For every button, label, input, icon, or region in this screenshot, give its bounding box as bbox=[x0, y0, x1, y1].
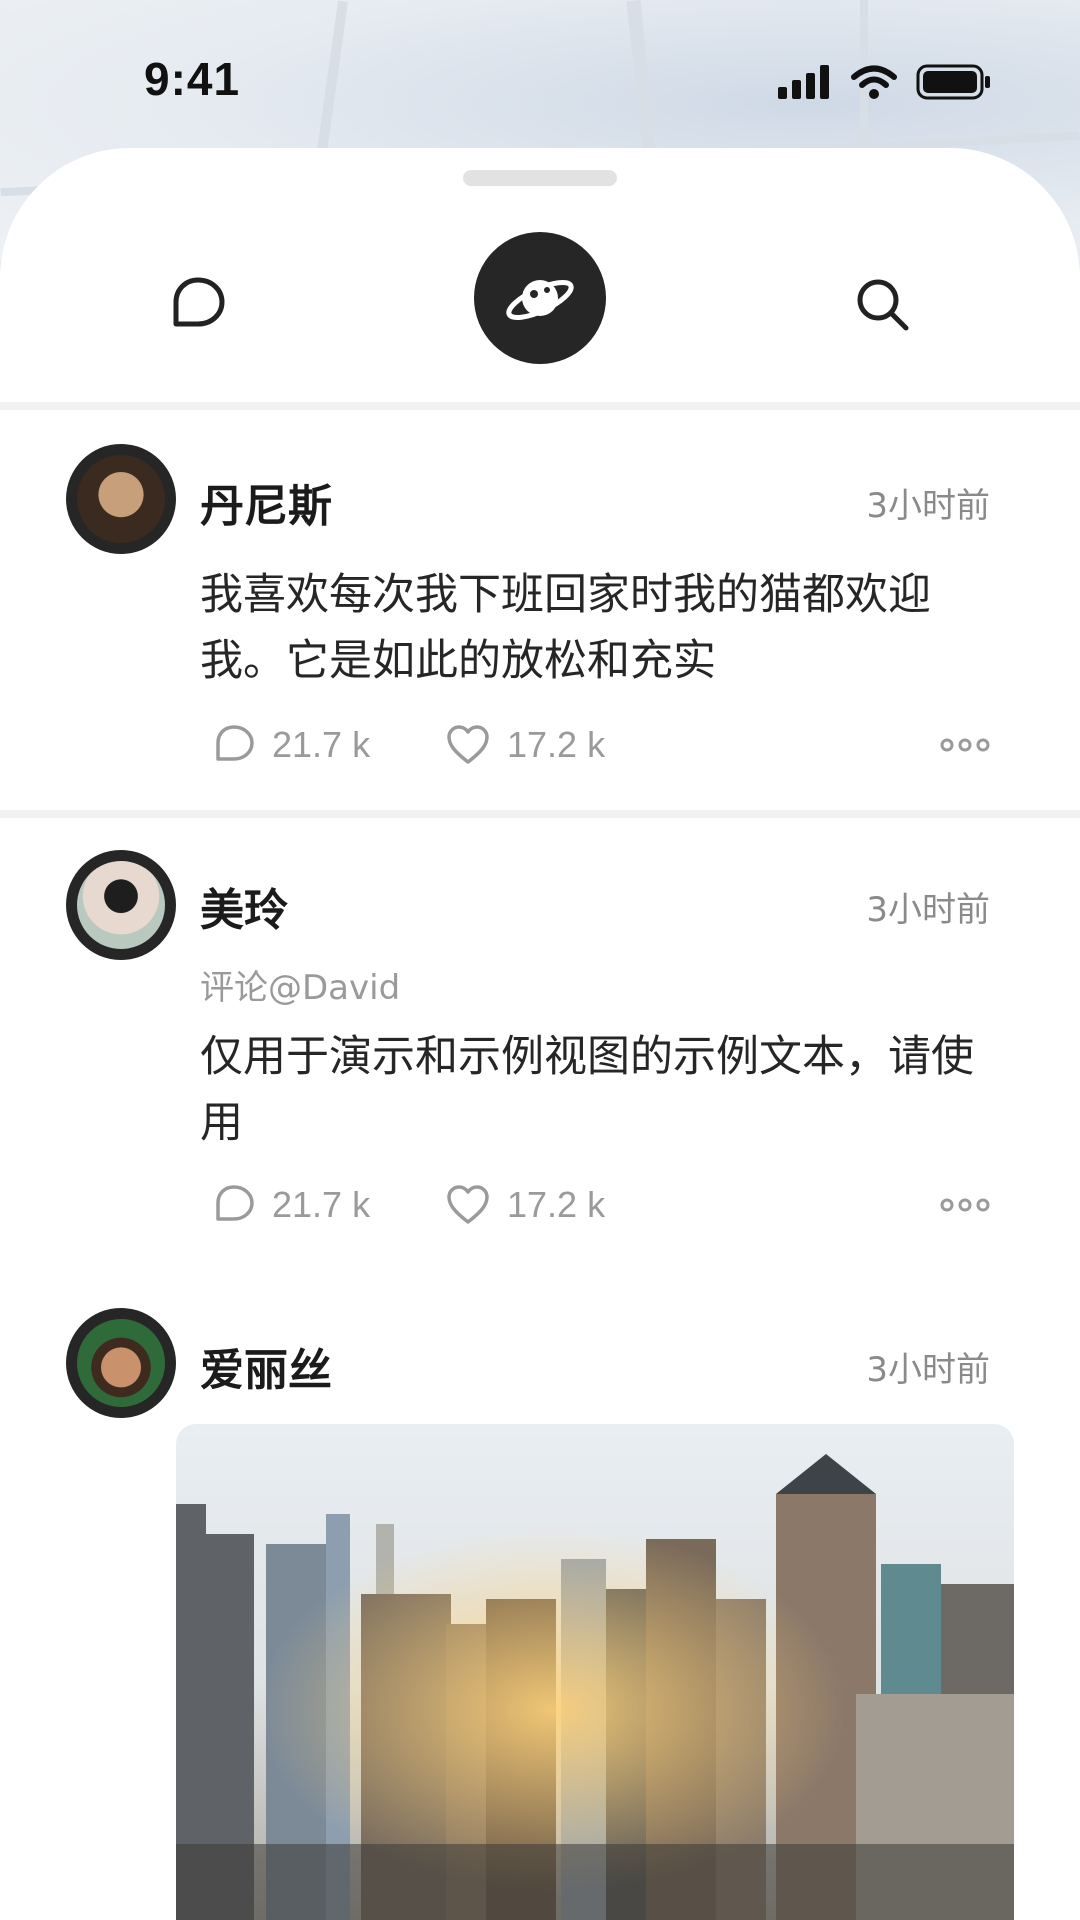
like-button[interactable]: 17.2 k bbox=[445, 1175, 605, 1235]
chat-button[interactable] bbox=[158, 264, 238, 344]
sheet-grabber[interactable] bbox=[463, 170, 617, 186]
comment-button[interactable]: 21.7 k bbox=[212, 1175, 370, 1235]
status-time: 9:41 bbox=[144, 53, 241, 105]
status-icons bbox=[778, 62, 992, 102]
search-button[interactable] bbox=[842, 264, 922, 344]
status-bar: 9:41 bbox=[0, 0, 1080, 150]
like-count: 17.2 k bbox=[507, 724, 606, 765]
more-button[interactable] bbox=[940, 715, 990, 775]
avatar[interactable] bbox=[66, 850, 176, 960]
author-name[interactable]: 丹尼斯 bbox=[200, 470, 332, 534]
wifi-icon bbox=[851, 65, 897, 99]
comment-count: 21.7 k bbox=[272, 724, 371, 765]
heart-icon bbox=[447, 1185, 489, 1224]
post-time: 3小时前 bbox=[866, 890, 990, 930]
post-text: 仅用于演示和示例视图的示例文本，请使用 bbox=[200, 1032, 974, 1148]
avatar-photo bbox=[77, 861, 165, 949]
feed-sheet: 丹尼斯 3小时前 我喜欢每次我下班回家时我的猫都欢迎我。它是如此的放松和充实 2… bbox=[0, 148, 1080, 1920]
heart-icon bbox=[447, 725, 489, 764]
more-icon bbox=[940, 738, 990, 752]
post-actions: 21.7 k 17.2 k bbox=[200, 1175, 1000, 1235]
city-skyline-image bbox=[176, 1424, 1014, 1920]
like-button[interactable]: 17.2 k bbox=[445, 715, 605, 775]
avatar-photo bbox=[77, 455, 165, 543]
signal-icon bbox=[778, 65, 829, 99]
like-count: 17.2 k bbox=[507, 1184, 606, 1225]
feed-post: 爱丽丝 3小时前 bbox=[0, 1308, 1080, 1920]
comment-icon bbox=[216, 1185, 254, 1221]
avatar[interactable] bbox=[66, 1308, 176, 1418]
post-time: 3小时前 bbox=[866, 486, 990, 526]
divider bbox=[0, 810, 1080, 818]
planet-icon bbox=[506, 280, 574, 320]
feed-post: 丹尼斯 3小时前 我喜欢每次我下班回家时我的猫都欢迎我。它是如此的放松和充实 2… bbox=[0, 410, 1080, 810]
more-button[interactable] bbox=[940, 1175, 990, 1235]
post-actions: 21.7 k 17.2 k bbox=[200, 715, 1000, 775]
avatar[interactable] bbox=[66, 444, 176, 554]
comment-icon bbox=[216, 725, 254, 761]
author-name[interactable]: 美玲 bbox=[200, 874, 288, 938]
top-navigation bbox=[0, 230, 1080, 364]
feed-post: 美玲 3小时前 评论@David 仅用于演示和示例视图的示例文本，请使用 21.… bbox=[0, 818, 1080, 1238]
battery-icon bbox=[916, 64, 990, 100]
city-skyline-photo[interactable] bbox=[176, 1424, 1014, 1920]
planet-button[interactable] bbox=[474, 232, 606, 364]
avatar-photo bbox=[77, 1319, 165, 1407]
reply-mention[interactable]: 评论@David bbox=[200, 960, 400, 1009]
comment-button[interactable]: 21.7 k bbox=[212, 715, 370, 775]
search-icon bbox=[857, 279, 909, 331]
more-icon bbox=[940, 1198, 990, 1212]
post-text: 我喜欢每次我下班回家时我的猫都欢迎我。它是如此的放松和充实 bbox=[200, 570, 931, 686]
comment-count: 21.7 k bbox=[272, 1184, 371, 1225]
post-time: 3小时前 bbox=[866, 1350, 990, 1390]
divider bbox=[0, 402, 1080, 410]
author-name[interactable]: 爱丽丝 bbox=[200, 1334, 332, 1398]
chat-bubble-icon bbox=[173, 277, 225, 327]
